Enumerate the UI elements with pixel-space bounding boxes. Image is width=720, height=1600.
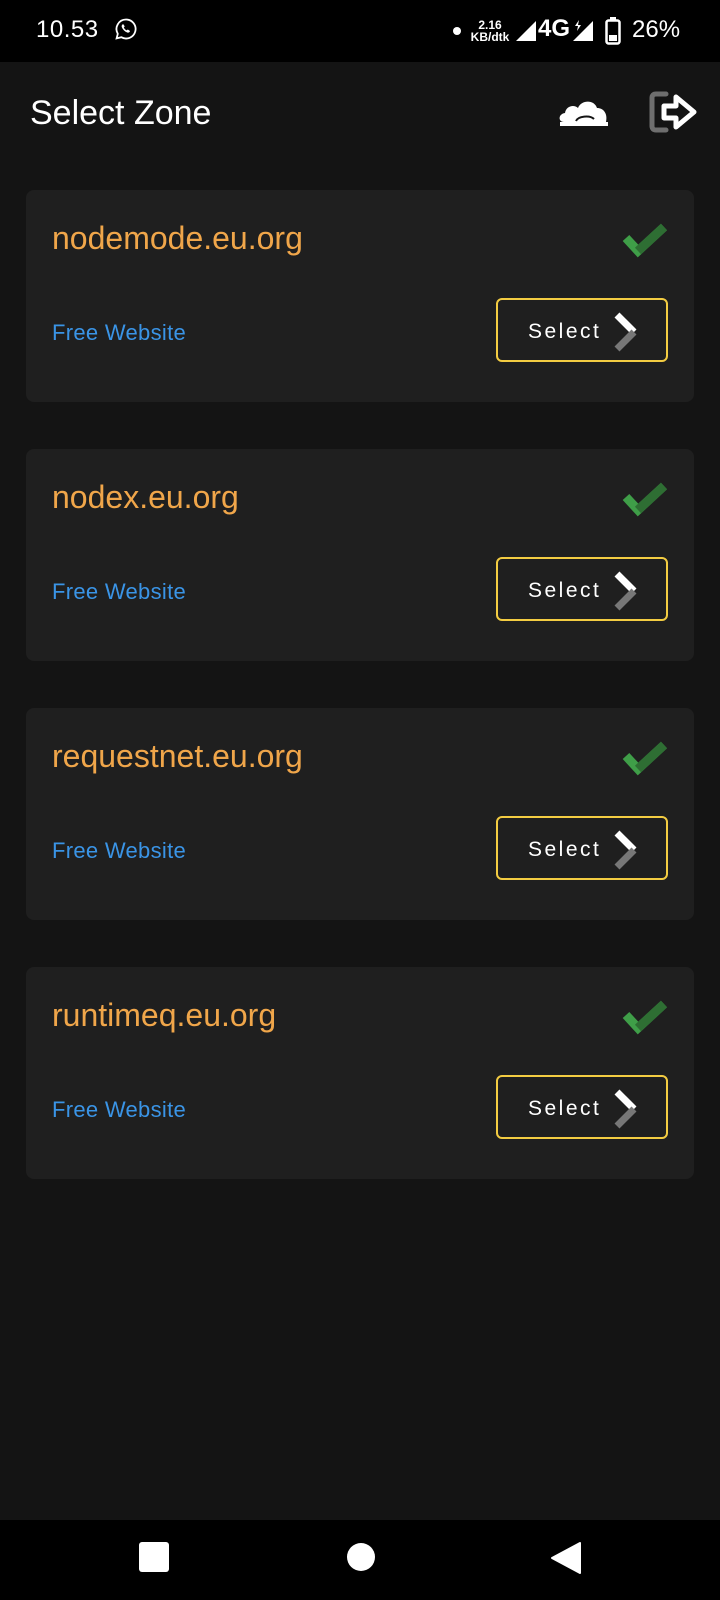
- zone-name: nodemode.eu.org: [52, 220, 303, 256]
- chevron-right-icon: [614, 312, 637, 352]
- zone-card: nodex.eu.org Free Website Select: [26, 449, 694, 661]
- screen: 10.53 2.16 KB/dtk 4G 26% Select Zone nod…: [0, 0, 720, 1600]
- whatsapp-icon: [115, 18, 137, 40]
- chevron-right-icon: [614, 1089, 637, 1129]
- check-icon: [622, 482, 668, 517]
- select-button-label: Select: [528, 579, 602, 602]
- back-button[interactable]: [550, 1541, 582, 1575]
- zone-name: runtimeq.eu.org: [52, 997, 277, 1033]
- home-button[interactable]: [347, 1543, 375, 1571]
- signal-icon: [516, 21, 536, 41]
- app-bar: Select Zone: [0, 62, 720, 166]
- notification-dot: [453, 27, 461, 35]
- check-icon: [622, 223, 668, 258]
- battery-percentage: 26%: [632, 16, 681, 43]
- zone-card: runtimeq.eu.org Free Website Select: [26, 967, 694, 1179]
- status-bar: 10.53 2.16 KB/dtk 4G 26%: [0, 0, 720, 62]
- check-icon: [622, 1000, 668, 1035]
- select-button-label: Select: [528, 838, 602, 861]
- chevron-right-icon: [614, 571, 637, 611]
- status-time: 10.53: [36, 16, 99, 43]
- zone-plan: Free Website: [52, 838, 187, 863]
- select-button[interactable]: Select: [496, 816, 668, 880]
- cloud-icon[interactable]: [556, 92, 612, 132]
- zone-name: requestnet.eu.org: [52, 738, 303, 774]
- zone-card: nodemode.eu.org Free Website Select: [26, 190, 694, 402]
- zone-name: nodex.eu.org: [52, 479, 239, 515]
- network-type: 4G: [538, 15, 571, 42]
- recent-apps-button[interactable]: [139, 1542, 169, 1572]
- zone-plan: Free Website: [52, 320, 187, 345]
- zone-plan: Free Website: [52, 579, 187, 604]
- select-button[interactable]: Select: [496, 1075, 668, 1139]
- page-title: Select Zone: [30, 94, 212, 132]
- check-icon: [622, 741, 668, 776]
- network-speed-unit: KB/dtk: [470, 30, 510, 44]
- battery-icon: [605, 17, 621, 45]
- chevron-right-icon: [614, 830, 637, 870]
- zone-plan: Free Website: [52, 1097, 187, 1122]
- select-button-label: Select: [528, 320, 602, 343]
- select-button[interactable]: Select: [496, 557, 668, 621]
- signal-icon: [573, 20, 593, 41]
- network-speed: 2.16 KB/dtk: [469, 19, 511, 43]
- select-button-label: Select: [528, 1097, 602, 1120]
- navigation-bar: [0, 1520, 720, 1600]
- zone-list: nodemode.eu.org Free Website Select node…: [26, 190, 694, 1226]
- logout-icon[interactable]: [648, 90, 700, 134]
- select-button[interactable]: Select: [496, 298, 668, 362]
- zone-card: requestnet.eu.org Free Website Select: [26, 708, 694, 920]
